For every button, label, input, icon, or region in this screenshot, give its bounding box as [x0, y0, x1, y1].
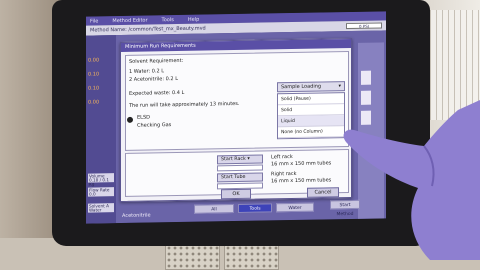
- gauge-indicator: [361, 70, 371, 85]
- tools-button[interactable]: Tools: [238, 203, 272, 213]
- tube-rack: [224, 244, 279, 270]
- flow-rate-box: Flow Rate 0.0: [88, 187, 114, 197]
- sample-loading-options: Solid (Pause) Solid Liquid None (no Colu…: [277, 92, 345, 140]
- all-button[interactable]: All: [194, 204, 234, 214]
- right-rack-value: 16 mm x 150 mm tubes: [271, 177, 332, 185]
- left-rack-value: 16 mm x 150 mm tubes: [271, 160, 332, 168]
- expected-waste: Expected waste: 0.4 L: [129, 89, 185, 97]
- start-tube-button[interactable]: Start Tube: [217, 172, 263, 183]
- solvent-b-value: Acetonitrile: [122, 212, 151, 219]
- dropdown-value: Sample Loading: [281, 83, 322, 91]
- left-value: 0.00: [88, 99, 100, 106]
- tube-rack: [165, 244, 220, 270]
- ok-button[interactable]: OK: [221, 188, 251, 200]
- left-value: 0.00: [88, 57, 100, 64]
- acetonitrile-requirement: 2 Acetonitrile: 0.2 L: [129, 76, 178, 83]
- dialog-title: Minimum Run Requirements: [121, 38, 351, 53]
- method-name: Method Name: /common/Test_mx_Beauty.mvd: [90, 25, 206, 34]
- menu-help[interactable]: Help: [188, 16, 199, 22]
- left-rack-label: Left rack: [271, 154, 293, 161]
- start-rack-field[interactable]: [217, 164, 263, 172]
- gloved-hand: [343, 100, 480, 260]
- elsd-label: ELSD: [137, 114, 150, 121]
- cancel-button[interactable]: Cancel: [307, 187, 339, 198]
- minimum-run-requirements-dialog: Minimum Run Requirements Solvent Require…: [120, 37, 352, 203]
- solvent-a-box[interactable]: Solvent A Water: [88, 203, 114, 213]
- option-none-no-column[interactable]: None (no Column): [278, 126, 344, 139]
- left-value: 0.10: [88, 85, 100, 92]
- menu-file[interactable]: File: [90, 18, 98, 24]
- elsd-status: Checking Gas: [137, 122, 172, 129]
- menu-tools[interactable]: Tools: [162, 17, 174, 23]
- left-panel: 0.00 0.10 0.10 0.00 Volume 0.18 / 0.1 Kg …: [86, 35, 116, 224]
- chevron-down-icon: ▾: [338, 83, 341, 90]
- chevron-down-icon: ▾: [247, 156, 250, 162]
- right-rack-label: Right rack: [271, 170, 297, 178]
- pressure-readout: 0 PSI: [346, 22, 382, 30]
- glove-shape: [343, 100, 480, 260]
- volume-box: Volume 0.18 / 0.1 Kg: [88, 173, 114, 187]
- menu-method-editor[interactable]: Method Editor: [112, 17, 147, 24]
- left-value: 0.10: [88, 71, 100, 78]
- solvent-requirement-label: Solvent Requirement:: [129, 57, 184, 65]
- water-requirement: 1 Water: 0.2 L: [129, 68, 165, 75]
- sample-loading-dropdown[interactable]: Sample Loading ▾: [277, 81, 345, 93]
- water-button[interactable]: Water: [276, 202, 314, 213]
- start-rack-button[interactable]: Start Rack ▾: [217, 154, 263, 165]
- background-wall: [0, 0, 60, 270]
